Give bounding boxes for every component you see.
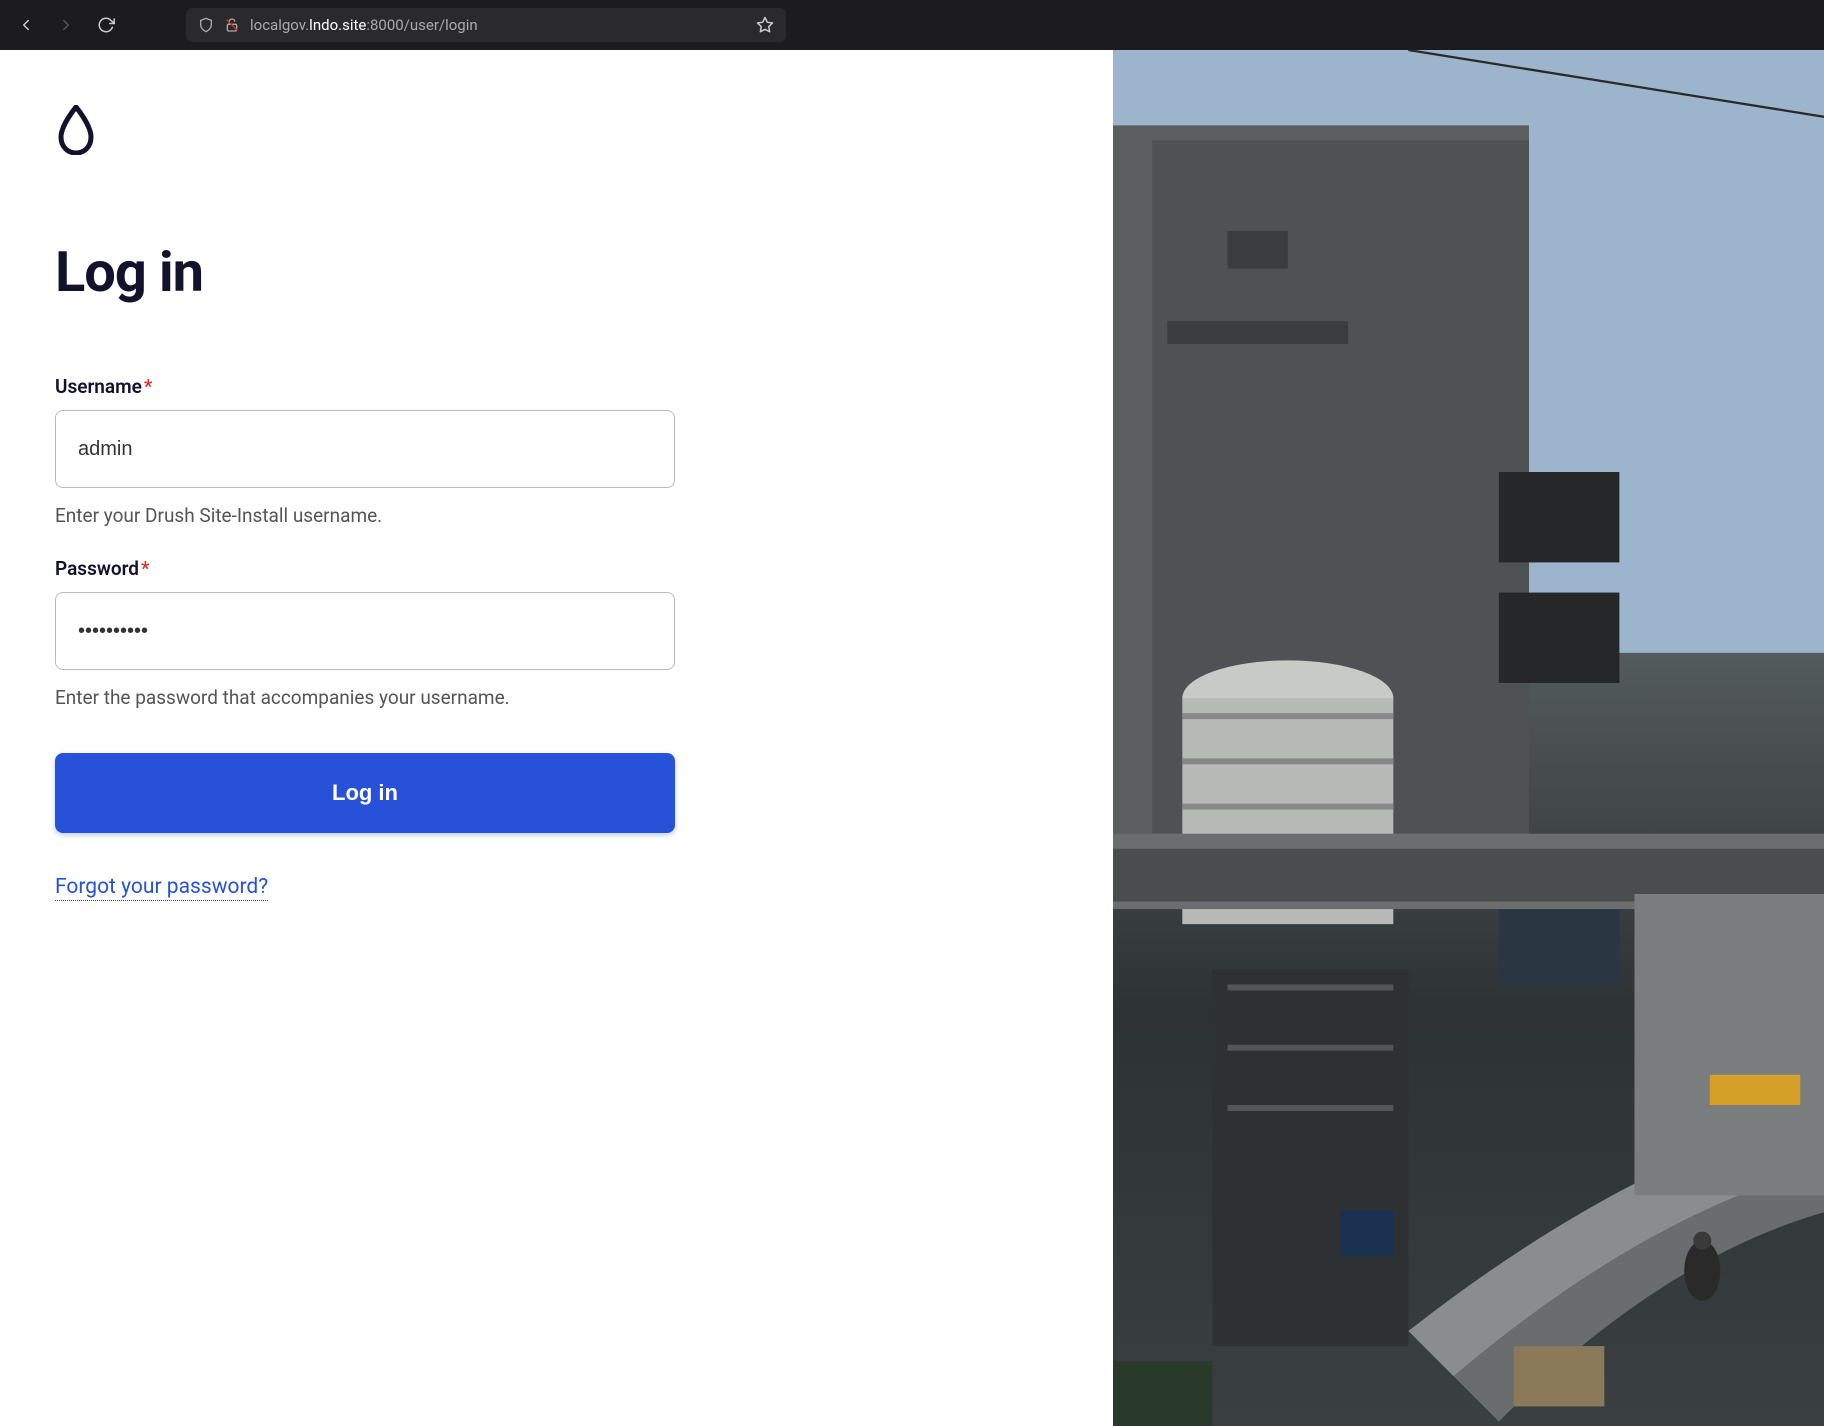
browser-chrome: localgov.lndo.site:8000/user/login <box>0 0 1824 50</box>
shield-icon <box>198 17 214 33</box>
back-button[interactable] <box>16 15 36 35</box>
required-indicator: * <box>141 557 150 580</box>
login-button[interactable]: Log in <box>55 753 675 833</box>
main-content: Log in Username* Enter your Drush Site-I… <box>0 50 1824 1426</box>
username-input[interactable] <box>55 410 675 488</box>
page-title: Log in <box>55 239 1058 305</box>
login-form: Username* Enter your Drush Site-Install … <box>55 375 1058 899</box>
address-bar[interactable]: localgov.lndo.site:8000/user/login <box>186 8 786 42</box>
hero-image <box>1113 50 1824 1426</box>
login-panel: Log in Username* Enter your Drush Site-I… <box>0 50 1113 1426</box>
drupal-drop-icon <box>55 105 97 155</box>
password-input[interactable] <box>55 592 675 670</box>
username-label: Username* <box>55 375 1058 398</box>
password-help: Enter the password that accompanies your… <box>55 686 1058 709</box>
password-group: Password* Enter the password that accomp… <box>55 557 1058 709</box>
forward-button[interactable] <box>56 15 76 35</box>
url-text: localgov.lndo.site:8000/user/login <box>250 16 746 34</box>
site-logo <box>55 105 1058 159</box>
username-help: Enter your Drush Site-Install username. <box>55 504 1058 527</box>
forgot-password-link[interactable]: Forgot your password? <box>55 875 268 901</box>
bookmark-star-icon[interactable] <box>756 16 774 34</box>
insecure-lock-icon <box>224 17 240 33</box>
building-illustration <box>1113 50 1824 1426</box>
reload-button[interactable] <box>96 15 116 35</box>
required-indicator: * <box>144 375 153 398</box>
password-label: Password* <box>55 557 1058 580</box>
username-group: Username* Enter your Drush Site-Install … <box>55 375 1058 527</box>
